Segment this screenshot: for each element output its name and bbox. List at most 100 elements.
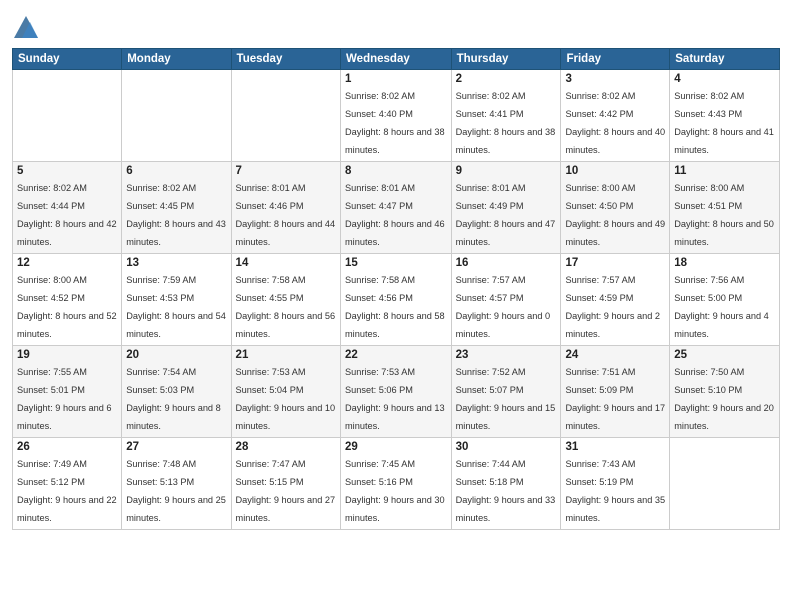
day-number: 29: [345, 441, 447, 453]
calendar-cell: 20 Sunrise: 7:54 AMSunset: 5:03 PMDayligh…: [122, 346, 231, 438]
calendar-cell: 29 Sunrise: 7:45 AMSunset: 5:16 PMDayligh…: [341, 438, 452, 530]
day-info: Sunrise: 7:44 AMSunset: 5:18 PMDaylight:…: [456, 459, 556, 523]
calendar-cell: 6Sunrise: 8:02 AMSunset: 4:45 PMDaylight…: [122, 162, 231, 254]
calendar-cell: 4 Sunrise: 8:02 AMSunset: 4:43 PMDaylight…: [670, 70, 780, 162]
day-number: 11: [674, 165, 775, 177]
day-info: Sunrise: 8:02 AMSunset: 4:42 PMDaylight:…: [565, 91, 665, 155]
calendar-cell: 28 Sunrise: 7:47 AMSunset: 5:15 PMDayligh…: [231, 438, 340, 530]
calendar-cell: 21 Sunrise: 7:53 AMSunset: 5:04 PMDayligh…: [231, 346, 340, 438]
day-number: 9: [456, 165, 557, 177]
day-number: 26: [17, 441, 117, 453]
day-info: Sunrise: 8:02 AMSunset: 4:41 PMDaylight:…: [456, 91, 556, 155]
weekday-row: SundayMondayTuesdayWednesdayThursdayFrid…: [13, 49, 780, 70]
day-number: 30: [456, 441, 557, 453]
header: [12, 10, 780, 42]
calendar-cell: 18 Sunrise: 7:56 AMSunset: 5:00 PMDayligh…: [670, 254, 780, 346]
calendar-cell: 2 Sunrise: 8:02 AMSunset: 4:41 PMDaylight…: [451, 70, 561, 162]
day-info: Sunrise: 7:43 AMSunset: 5:19 PMDaylight:…: [565, 459, 665, 523]
day-info: Sunrise: 8:00 AMSunset: 4:51 PMDaylight:…: [674, 183, 774, 247]
day-number: 6: [126, 165, 226, 177]
day-info: Sunrise: 8:01 AMSunset: 4:47 PMDaylight:…: [345, 183, 445, 247]
day-number: 15: [345, 257, 447, 269]
day-number: 7: [236, 165, 336, 177]
day-info: Sunrise: 8:00 AMSunset: 4:50 PMDaylight:…: [565, 183, 665, 247]
day-info: Sunrise: 7:54 AMSunset: 5:03 PMDaylight:…: [126, 367, 221, 431]
day-number: 24: [565, 349, 665, 361]
weekday-header-saturday: Saturday: [670, 49, 780, 70]
day-number: 21: [236, 349, 336, 361]
calendar-cell: 9 Sunrise: 8:01 AMSunset: 4:49 PMDaylight…: [451, 162, 561, 254]
calendar-cell: 30 Sunrise: 7:44 AMSunset: 5:18 PMDayligh…: [451, 438, 561, 530]
day-number: 5: [17, 165, 117, 177]
day-number: 12: [17, 257, 117, 269]
calendar-cell: 13Sunrise: 7:59 AMSunset: 4:53 PMDayligh…: [122, 254, 231, 346]
day-number: 10: [565, 165, 665, 177]
weekday-header-sunday: Sunday: [13, 49, 122, 70]
day-number: 28: [236, 441, 336, 453]
calendar-cell: 15Sunrise: 7:58 AMSunset: 4:56 PMDayligh…: [341, 254, 452, 346]
day-info: Sunrise: 8:02 AMSunset: 4:40 PMDaylight:…: [345, 91, 445, 155]
calendar-cell: 26 Sunrise: 7:49 AMSunset: 5:12 PMDayligh…: [13, 438, 122, 530]
day-number: 19: [17, 349, 117, 361]
day-number: 1: [345, 73, 447, 85]
day-number: 13: [126, 257, 226, 269]
day-info: Sunrise: 7:50 AMSunset: 5:10 PMDaylight:…: [674, 367, 774, 431]
day-info: Sunrise: 7:52 AMSunset: 5:07 PMDaylight:…: [456, 367, 556, 431]
calendar-cell: 19 Sunrise: 7:55 AMSunset: 5:01 PMDayligh…: [13, 346, 122, 438]
day-info: Sunrise: 7:58 AMSunset: 4:55 PMDaylight:…: [236, 275, 336, 339]
day-info: Sunrise: 7:53 AMSunset: 5:06 PMDaylight:…: [345, 367, 445, 431]
calendar-cell: 10 Sunrise: 8:00 AMSunset: 4:50 PMDayligh…: [561, 162, 670, 254]
calendar-table: SundayMondayTuesdayWednesdayThursdayFrid…: [12, 48, 780, 530]
calendar-cell: 17Sunrise: 7:57 AMSunset: 4:59 PMDayligh…: [561, 254, 670, 346]
day-number: 20: [126, 349, 226, 361]
logo-icon: [12, 14, 40, 42]
calendar-cell: 27Sunrise: 7:48 AMSunset: 5:13 PMDayligh…: [122, 438, 231, 530]
weekday-header-thursday: Thursday: [451, 49, 561, 70]
day-number: 22: [345, 349, 447, 361]
weekday-header-friday: Friday: [561, 49, 670, 70]
day-info: Sunrise: 7:49 AMSunset: 5:12 PMDaylight:…: [17, 459, 117, 523]
day-number: 18: [674, 257, 775, 269]
day-info: Sunrise: 7:53 AMSunset: 5:04 PMDaylight:…: [236, 367, 336, 431]
day-info: Sunrise: 7:47 AMSunset: 5:15 PMDaylight:…: [236, 459, 336, 523]
day-number: 17: [565, 257, 665, 269]
calendar-cell: 11 Sunrise: 8:00 AMSunset: 4:51 PMDayligh…: [670, 162, 780, 254]
page: SundayMondayTuesdayWednesdayThursdayFrid…: [0, 0, 792, 612]
day-info: Sunrise: 8:01 AMSunset: 4:46 PMDaylight:…: [236, 183, 336, 247]
calendar-cell: 7 Sunrise: 8:01 AMSunset: 4:46 PMDaylight…: [231, 162, 340, 254]
calendar-header: SundayMondayTuesdayWednesdayThursdayFrid…: [13, 49, 780, 70]
calendar-cell: 31 Sunrise: 7:43 AMSunset: 5:19 PMDayligh…: [561, 438, 670, 530]
day-info: Sunrise: 7:55 AMSunset: 5:01 PMDaylight:…: [17, 367, 112, 431]
day-info: Sunrise: 7:45 AMSunset: 5:16 PMDaylight:…: [345, 459, 445, 523]
day-info: Sunrise: 8:01 AMSunset: 4:49 PMDaylight:…: [456, 183, 556, 247]
day-number: 2: [456, 73, 557, 85]
day-info: Sunrise: 8:00 AMSunset: 4:52 PMDaylight:…: [17, 275, 117, 339]
calendar-cell: 16 Sunrise: 7:57 AMSunset: 4:57 PMDayligh…: [451, 254, 561, 346]
calendar-cell: 12 Sunrise: 8:00 AMSunset: 4:52 PMDayligh…: [13, 254, 122, 346]
week-row-3: 12 Sunrise: 8:00 AMSunset: 4:52 PMDayligh…: [13, 254, 780, 346]
weekday-header-tuesday: Tuesday: [231, 49, 340, 70]
calendar-cell: 24Sunrise: 7:51 AMSunset: 5:09 PMDayligh…: [561, 346, 670, 438]
day-info: Sunrise: 8:02 AMSunset: 4:43 PMDaylight:…: [674, 91, 774, 155]
week-row-5: 26 Sunrise: 7:49 AMSunset: 5:12 PMDayligh…: [13, 438, 780, 530]
calendar-cell: [122, 70, 231, 162]
calendar-body: 1 Sunrise: 8:02 AMSunset: 4:40 PMDaylight…: [13, 70, 780, 530]
calendar-cell: 22 Sunrise: 7:53 AMSunset: 5:06 PMDayligh…: [341, 346, 452, 438]
day-number: 31: [565, 441, 665, 453]
day-info: Sunrise: 7:57 AMSunset: 4:57 PMDaylight:…: [456, 275, 551, 339]
day-number: 8: [345, 165, 447, 177]
day-number: 4: [674, 73, 775, 85]
week-row-1: 1 Sunrise: 8:02 AMSunset: 4:40 PMDaylight…: [13, 70, 780, 162]
calendar-cell: 14Sunrise: 7:58 AMSunset: 4:55 PMDayligh…: [231, 254, 340, 346]
day-number: 3: [565, 73, 665, 85]
calendar-cell: 1 Sunrise: 8:02 AMSunset: 4:40 PMDaylight…: [341, 70, 452, 162]
calendar-cell: [13, 70, 122, 162]
calendar-cell: [231, 70, 340, 162]
day-number: 25: [674, 349, 775, 361]
day-number: 16: [456, 257, 557, 269]
calendar-cell: 25 Sunrise: 7:50 AMSunset: 5:10 PMDayligh…: [670, 346, 780, 438]
calendar-cell: 23Sunrise: 7:52 AMSunset: 5:07 PMDayligh…: [451, 346, 561, 438]
day-info: Sunrise: 7:48 AMSunset: 5:13 PMDaylight:…: [126, 459, 226, 523]
logo: [12, 14, 44, 42]
day-info: Sunrise: 7:56 AMSunset: 5:00 PMDaylight:…: [674, 275, 769, 339]
